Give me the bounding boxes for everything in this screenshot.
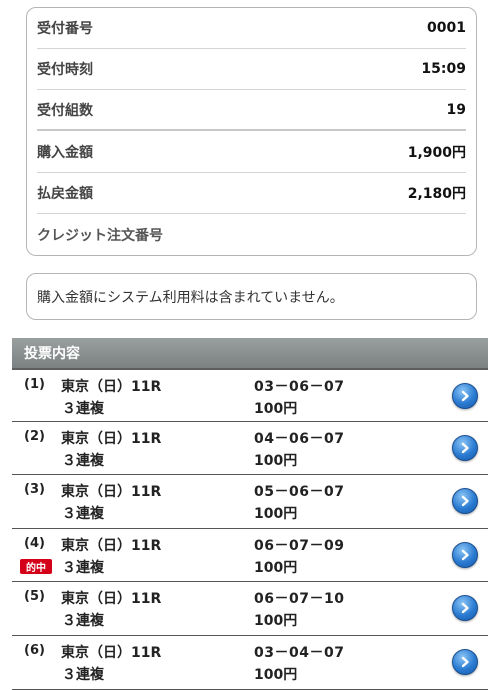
purchase-amount-value: 1,900円 xyxy=(407,145,466,161)
bet-type: ３連複 xyxy=(62,401,104,417)
bet-race: 東京（日）11R xyxy=(61,484,162,501)
bet-number: (5) xyxy=(24,589,45,605)
bet-race: 東京（日）11R xyxy=(61,591,162,608)
chevron-right-circle-icon[interactable] xyxy=(452,595,478,622)
group-count-label: 受付組数 xyxy=(37,102,93,119)
bet-type: ３連複 xyxy=(62,613,104,630)
reception-time-value: 15:09 xyxy=(421,61,466,77)
bet-combination: 05－06－07 xyxy=(254,484,345,501)
bet-amount: 100円 xyxy=(254,666,298,683)
bet-combination: 06－07－09 xyxy=(254,537,345,554)
bet-type: ３連複 xyxy=(62,506,104,523)
group-count-value: 19 xyxy=(446,101,466,118)
bet-row[interactable]: (4) 的中 東京（日）11R ３連複 06－07－09 100円 xyxy=(12,528,488,583)
bet-race: 東京（日）11R xyxy=(61,379,162,395)
bet-number: (2) xyxy=(24,428,45,444)
chevron-right-circle-icon[interactable] xyxy=(452,488,478,515)
bet-type: ３連複 xyxy=(62,666,104,683)
bet-type: ３連複 xyxy=(62,559,104,576)
reception-number-value: 0001 xyxy=(427,20,466,36)
bet-list: (1) 東京（日）11R ３連複 03－06－07 100円 (2) 東京（日）… xyxy=(12,368,488,690)
credit-order-row: クレジット注文番号 xyxy=(37,214,466,255)
chevron-right-circle-icon[interactable] xyxy=(452,383,478,409)
purchase-amount-label: 購入金額 xyxy=(37,145,93,161)
bet-number: (1) xyxy=(24,377,45,392)
receipt-summary-card: 受付番号 0001 受付時刻 15:09 受付組数 19 購入金額 1,900円… xyxy=(26,7,477,256)
bets-section-header: 投票内容 xyxy=(12,338,488,368)
bet-row[interactable]: (3) 東京（日）11R ３連複 05－06－07 100円 xyxy=(12,475,488,529)
system-fee-notice: 購入金額にシステム利用料は含まれていません。 xyxy=(26,273,477,320)
bet-number: (3) xyxy=(24,482,45,498)
payout-amount-row: 払戻金額 2,180円 xyxy=(37,173,466,214)
bet-amount: 100円 xyxy=(254,401,298,417)
bet-row[interactable]: (2) 東京（日）11R ３連複 04－06－07 100円 xyxy=(12,421,488,476)
reception-time-label: 受付時刻 xyxy=(37,62,93,78)
bets-section-title: 投票内容 xyxy=(24,346,80,362)
payout-amount-label: 払戻金額 xyxy=(37,186,93,202)
bet-amount: 100円 xyxy=(254,506,298,523)
chevron-right-circle-icon[interactable] xyxy=(452,541,478,568)
bet-amount: 100円 xyxy=(254,559,298,576)
reception-number-row: 受付番号 0001 xyxy=(37,8,466,49)
bet-amount: 100円 xyxy=(254,613,298,630)
bet-number: (6) xyxy=(24,642,45,658)
bet-row[interactable]: (1) 東京（日）11R ３連複 03－06－07 100円 xyxy=(12,368,488,422)
reception-number-label: 受付番号 xyxy=(37,21,93,37)
bet-race: 東京（日）11R xyxy=(61,644,162,661)
chevron-right-circle-icon[interactable] xyxy=(452,648,478,675)
bet-amount: 100円 xyxy=(254,452,298,469)
system-fee-notice-text: 購入金額にシステム利用料は含まれていません。 xyxy=(37,289,344,306)
credit-order-label: クレジット注文番号 xyxy=(37,227,163,244)
bet-combination: 06－07－10 xyxy=(254,591,345,608)
group-count-row: 受付組数 19 xyxy=(37,90,466,131)
bet-row[interactable]: (5) 東京（日）11R ３連複 06－07－10 100円 xyxy=(12,582,488,636)
bet-combination: 03－04－07 xyxy=(254,644,345,661)
bet-race: 東京（日）11R xyxy=(61,430,162,447)
bet-row[interactable]: (6) 東京（日）11R ３連複 03－04－07 100円 xyxy=(12,635,488,690)
bet-type: ３連複 xyxy=(62,452,104,469)
chevron-right-circle-icon[interactable] xyxy=(452,434,478,461)
bet-number: (4) xyxy=(24,535,45,551)
bet-combination: 04－06－07 xyxy=(254,430,345,447)
bet-combination: 03－06－07 xyxy=(254,379,345,395)
reception-time-row: 受付時刻 15:09 xyxy=(37,49,466,90)
payout-amount-value: 2,180円 xyxy=(407,186,466,202)
purchase-amount-row: 購入金額 1,900円 xyxy=(37,132,466,173)
hit-badge: 的中 xyxy=(20,558,52,574)
bet-race: 東京（日）11R xyxy=(61,537,162,554)
